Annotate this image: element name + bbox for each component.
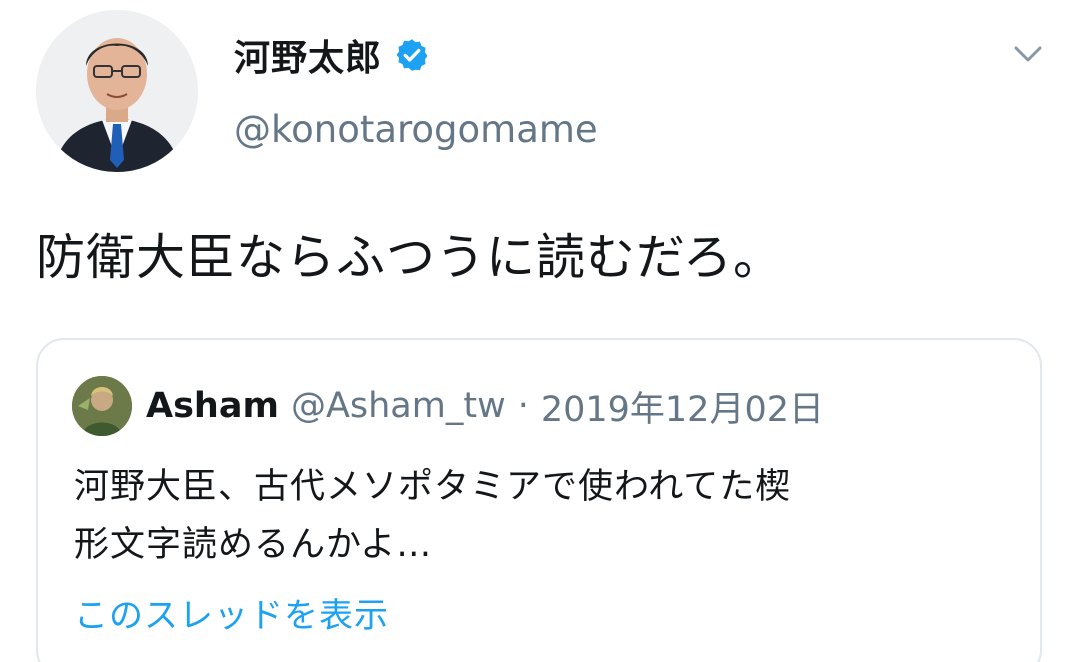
show-thread-link[interactable]: このスレッドを表示 (74, 588, 389, 637)
author-handle[interactable]: @konotarogomame (234, 108, 598, 151)
author-avatar[interactable] (36, 10, 198, 172)
verified-badge-icon (394, 37, 430, 73)
quote-text-line: 形文字読めるんかよ… (74, 525, 433, 565)
quote-author-name[interactable]: Asham (146, 386, 279, 426)
quote-text-line: 河野大臣、古代メソポタミアで使われてた楔 (74, 467, 792, 507)
separator-dot: · (517, 386, 529, 426)
quote-tweet-card[interactable]: Asham @Asham_tw · 2019年12月02日 河野大臣、古代メソポ… (36, 338, 1042, 662)
quote-header: Asham @Asham_tw · 2019年12月02日 (72, 374, 824, 438)
chevron-down-icon[interactable] (1010, 40, 1046, 68)
author-name-row: 河野太郎 (234, 30, 430, 80)
author-display-name[interactable]: 河野太郎 (234, 29, 382, 81)
quote-text: 河野大臣、古代メソポタミアで使われてた楔 形文字読めるんかよ… (74, 458, 1004, 574)
quote-author-handle[interactable]: @Asham_tw (291, 386, 506, 426)
quote-author-avatar[interactable] (72, 376, 132, 436)
author-avatar-image (36, 10, 198, 172)
quote-date[interactable]: 2019年12月02日 (541, 381, 824, 432)
tweet-text: 防衛大臣ならふつうに読むだろ。 (36, 229, 784, 286)
tweet: 河野太郎 @konotarogomame 防衛大臣ならふつうに読むだろ。 Ash… (0, 0, 1079, 662)
